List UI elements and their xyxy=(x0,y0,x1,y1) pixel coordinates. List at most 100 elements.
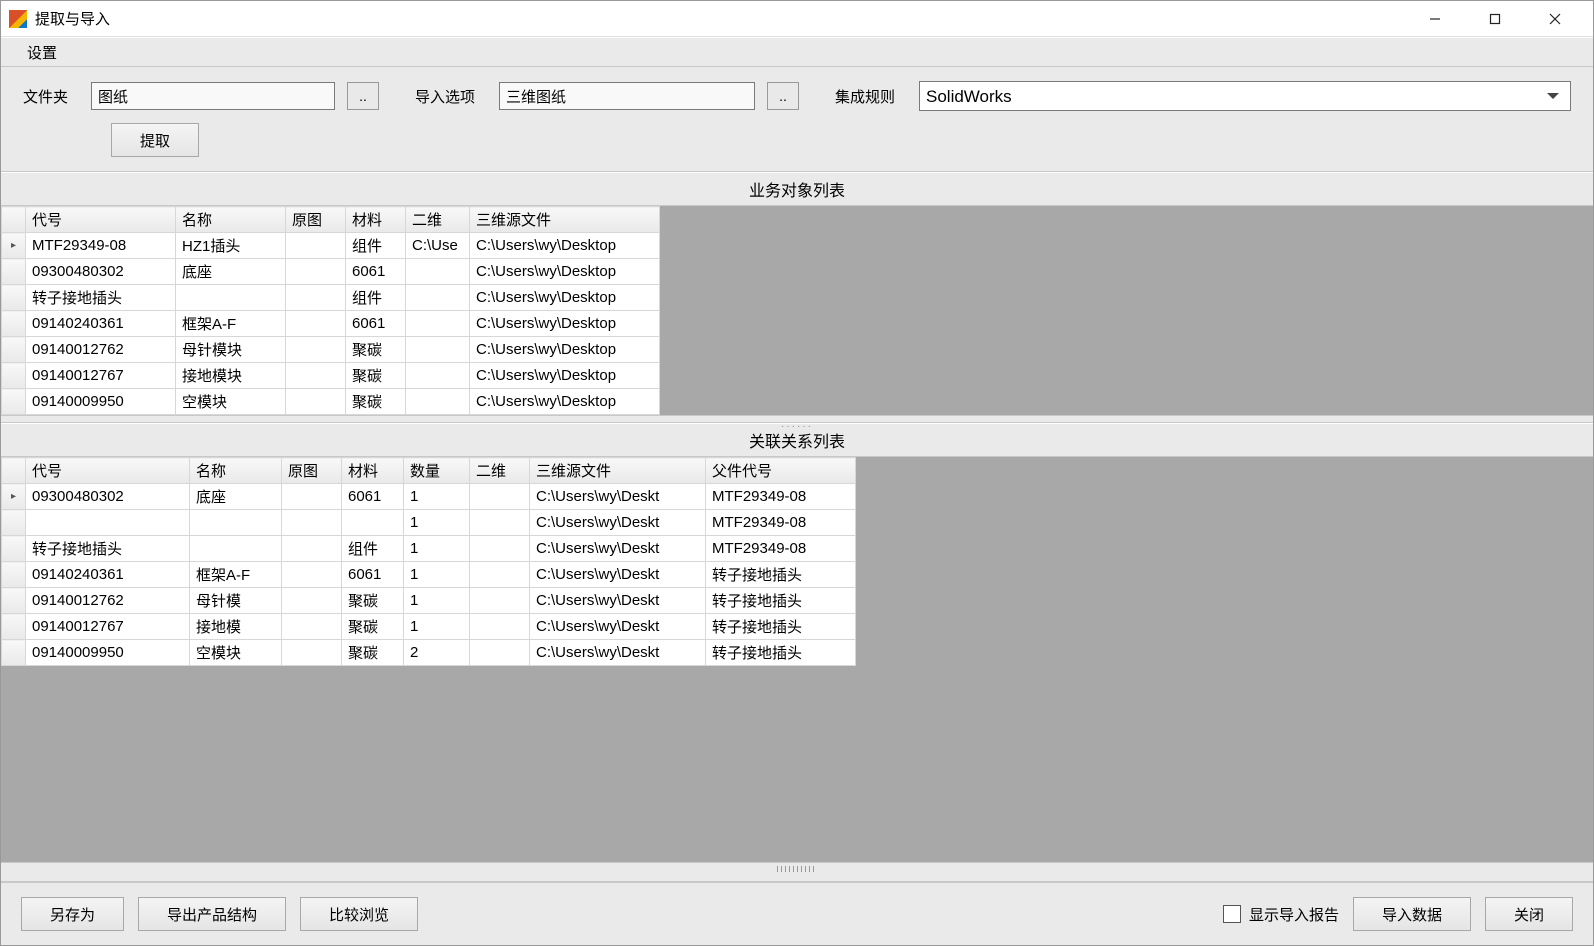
maximize-button[interactable] xyxy=(1465,1,1525,37)
table-cell[interactable] xyxy=(282,614,342,640)
table-cell[interactable] xyxy=(470,536,530,562)
table-cell[interactable]: 09140240361 xyxy=(26,311,176,337)
import-option-browse-button[interactable]: .. xyxy=(767,82,799,110)
folder-browse-button[interactable]: .. xyxy=(347,82,379,110)
table-cell[interactable]: MTF29349-08 xyxy=(706,484,856,510)
row-header-corner[interactable] xyxy=(2,458,26,484)
row-header[interactable] xyxy=(2,562,26,588)
table-cell[interactable] xyxy=(282,536,342,562)
table-cell[interactable]: 底座 xyxy=(176,259,286,285)
row-header[interactable]: ▸ xyxy=(2,484,26,510)
table-cell[interactable] xyxy=(470,484,530,510)
table-cell[interactable]: 转子接地插头 xyxy=(706,588,856,614)
table-cell[interactable]: 6061 xyxy=(342,562,404,588)
show-report-checkbox[interactable]: 显示导入报告 xyxy=(1223,904,1339,925)
table-cell[interactable]: C:\Users\wy\Deskt xyxy=(530,562,706,588)
table-cell[interactable]: 组件 xyxy=(346,285,406,311)
splitter-1[interactable] xyxy=(1,415,1593,423)
table-cell[interactable] xyxy=(176,285,286,311)
table-cell[interactable]: 09140009950 xyxy=(26,389,176,415)
table-cell[interactable]: 转子接地插头 xyxy=(706,562,856,588)
row-header[interactable] xyxy=(2,536,26,562)
extract-button[interactable]: 提取 xyxy=(111,123,199,157)
table-cell[interactable]: 聚碳 xyxy=(346,389,406,415)
table-row[interactable]: 09140009950空模块 聚碳 C:\Users\wy\Desktop xyxy=(2,389,660,415)
table-cell[interactable] xyxy=(406,389,470,415)
table-cell[interactable]: 转子接地插头 xyxy=(26,285,176,311)
table-cell[interactable] xyxy=(26,510,190,536)
row-header[interactable] xyxy=(2,614,26,640)
table-cell[interactable]: 2 xyxy=(404,640,470,666)
table-cell[interactable]: MTF29349-08 xyxy=(26,233,176,259)
table-cell[interactable]: C:\Users\wy\Desktop xyxy=(470,337,660,363)
table-row[interactable]: 09300480302底座6061C:\Users\wy\Desktop xyxy=(2,259,660,285)
table-cell[interactable]: MTF29349-08 xyxy=(706,536,856,562)
table-cell[interactable]: 聚碳 xyxy=(346,363,406,389)
table-cell[interactable]: 09140012767 xyxy=(26,363,176,389)
column-header[interactable]: 二维 xyxy=(470,458,530,484)
table-cell[interactable] xyxy=(282,510,342,536)
table-cell[interactable]: 09140012767 xyxy=(26,614,190,640)
close-footer-button[interactable]: 关闭 xyxy=(1485,897,1573,931)
table-row[interactable]: 09140240361框架A-F60611C:\Users\wy\Deskt转子… xyxy=(2,562,856,588)
compare-browse-button[interactable]: 比较浏览 xyxy=(300,897,418,931)
row-header[interactable] xyxy=(2,510,26,536)
table-cell[interactable]: 09140240361 xyxy=(26,562,190,588)
row-header[interactable] xyxy=(2,389,26,415)
table-cell[interactable] xyxy=(282,588,342,614)
row-header[interactable] xyxy=(2,259,26,285)
table-cell[interactable]: 1 xyxy=(404,536,470,562)
row-header-corner[interactable] xyxy=(2,207,26,233)
table-cell[interactable] xyxy=(406,285,470,311)
table-cell[interactable] xyxy=(282,562,342,588)
table-cell[interactable]: 1 xyxy=(404,510,470,536)
table-cell[interactable] xyxy=(286,363,346,389)
close-button[interactable] xyxy=(1525,1,1585,37)
menu-settings[interactable]: 设置 xyxy=(19,40,65,65)
table-cell[interactable]: 09300480302 xyxy=(26,484,190,510)
table-cell[interactable]: C:\Users\wy\Desktop xyxy=(470,389,660,415)
table-row[interactable]: 09140012762母针模聚碳1C:\Users\wy\Deskt转子接地插头 xyxy=(2,588,856,614)
table-cell[interactable]: 空模块 xyxy=(190,640,282,666)
table-cell[interactable]: 6061 xyxy=(346,259,406,285)
column-header[interactable]: 代号 xyxy=(26,458,190,484)
table-cell[interactable]: 09140009950 xyxy=(26,640,190,666)
checkbox-box[interactable] xyxy=(1223,905,1241,923)
table-cell[interactable] xyxy=(286,337,346,363)
business-object-table[interactable]: 代号名称原图材料二维三维源文件▸MTF29349-08HZ1插头组件C:\Use… xyxy=(1,206,660,415)
table-cell[interactable] xyxy=(406,363,470,389)
table-cell[interactable]: 聚碳 xyxy=(342,614,404,640)
table-row[interactable]: 转子接地插头组件C:\Users\wy\Desktop xyxy=(2,285,660,311)
column-header[interactable]: 原图 xyxy=(282,458,342,484)
splitter-2[interactable] xyxy=(1,862,1593,882)
table-cell[interactable]: C:\Users\wy\Deskt xyxy=(530,536,706,562)
row-header[interactable] xyxy=(2,640,26,666)
table-cell[interactable]: C:\Users\wy\Deskt xyxy=(530,614,706,640)
table-cell[interactable]: C:\Users\wy\Deskt xyxy=(530,588,706,614)
column-header[interactable]: 名称 xyxy=(176,207,286,233)
table-cell[interactable]: 框架A-F xyxy=(190,562,282,588)
table-row[interactable]: 转子接地插头组件1C:\Users\wy\DesktMTF29349-08 xyxy=(2,536,856,562)
table-cell[interactable] xyxy=(342,510,404,536)
table-row[interactable]: 09140009950空模块聚碳2C:\Users\wy\Deskt转子接地插头 xyxy=(2,640,856,666)
table-cell[interactable]: 6061 xyxy=(346,311,406,337)
table-row[interactable]: 09140012767接地模聚碳1C:\Users\wy\Deskt转子接地插头 xyxy=(2,614,856,640)
table-cell[interactable] xyxy=(406,337,470,363)
table-cell[interactable] xyxy=(190,510,282,536)
table-cell[interactable]: 转子接地插头 xyxy=(706,640,856,666)
relation-table[interactable]: 代号名称原图材料数量二维三维源文件父件代号▸09300480302底座60611… xyxy=(1,457,856,666)
table-row[interactable]: ▸MTF29349-08HZ1插头组件C:\UseC:\Users\wy\Des… xyxy=(2,233,660,259)
table-cell[interactable]: C:\Use xyxy=(406,233,470,259)
table-cell[interactable]: 空模块 xyxy=(176,389,286,415)
table-cell[interactable]: C:\Users\wy\Desktop xyxy=(470,233,660,259)
table-cell[interactable]: 母针模 xyxy=(190,588,282,614)
table-cell[interactable]: MTF29349-08 xyxy=(706,510,856,536)
column-header[interactable]: 三维源文件 xyxy=(470,207,660,233)
table-cell[interactable]: 09140012762 xyxy=(26,337,176,363)
table-cell[interactable]: 组件 xyxy=(346,233,406,259)
column-header[interactable]: 代号 xyxy=(26,207,176,233)
table-cell[interactable]: C:\Users\wy\Deskt xyxy=(530,510,706,536)
table-cell[interactable]: 组件 xyxy=(342,536,404,562)
table-cell[interactable]: 聚碳 xyxy=(346,337,406,363)
table-cell[interactable]: 聚碳 xyxy=(342,640,404,666)
